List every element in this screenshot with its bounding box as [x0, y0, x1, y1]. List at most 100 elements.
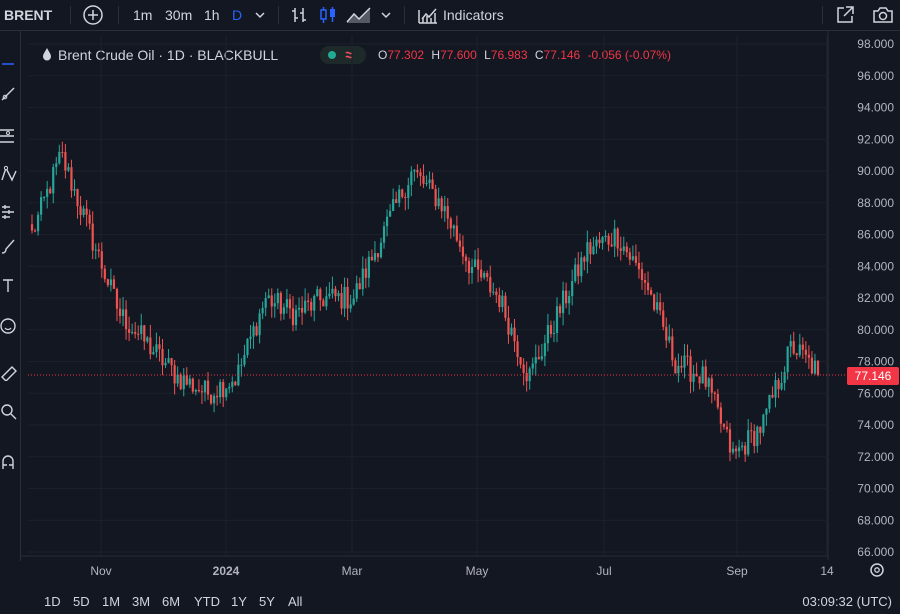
- candle-body: [85, 208, 88, 215]
- candle-body: [410, 171, 413, 186]
- candle-body: [82, 208, 85, 216]
- candle-body: [568, 296, 571, 304]
- price-chart[interactable]: 98.000 96.000 94.000 92.000 90.000 88.000 86.0…: [0, 0, 900, 590]
- candle-body: [753, 431, 756, 447]
- candle-body: [182, 375, 185, 390]
- settings-gear-icon[interactable]: [870, 563, 884, 577]
- candle-body: [628, 252, 631, 260]
- range-all[interactable]: All: [288, 590, 302, 614]
- candle-body: [747, 430, 750, 455]
- candle-body: [319, 289, 322, 301]
- candle-body: [598, 239, 601, 244]
- candle-body: [464, 256, 468, 262]
- utc-clock[interactable]: 03:09:32 (UTC): [802, 590, 892, 614]
- range-1d[interactable]: 1D: [44, 590, 61, 614]
- candle-body: [273, 303, 276, 307]
- price-tick-label: 98.000: [857, 37, 894, 51]
- range-3m[interactable]: 3M: [132, 590, 150, 614]
- candle-body: [470, 266, 474, 274]
- price-tick-label: 70.000: [857, 482, 894, 496]
- candle-body: [586, 242, 589, 262]
- candle-body: [495, 291, 498, 296]
- candle-body: [671, 336, 674, 361]
- range-1y[interactable]: 1Y: [231, 590, 247, 614]
- price-tick-label: 92.000: [857, 132, 894, 146]
- candle-body: [431, 179, 434, 189]
- range-6m[interactable]: 6M: [162, 590, 180, 614]
- candle-body: [525, 372, 528, 382]
- range-ytd[interactable]: YTD: [194, 590, 220, 614]
- candle-body: [173, 365, 176, 384]
- candle-body: [231, 381, 234, 387]
- time-tick-label: Mar: [342, 564, 363, 578]
- range-5d[interactable]: 5D: [73, 590, 90, 614]
- price-tick-label: 68.000: [857, 513, 894, 527]
- candle-body: [744, 445, 747, 455]
- candle-body: [741, 445, 744, 448]
- candle-body: [225, 388, 228, 398]
- time-tick-label: Sep: [726, 564, 748, 578]
- candle-body: [477, 259, 480, 270]
- candle-body: [807, 354, 810, 358]
- candle-body: [49, 188, 52, 194]
- range-1m[interactable]: 1M: [102, 590, 120, 614]
- price-tick-label: 88.000: [857, 196, 894, 210]
- candle-body: [662, 310, 665, 327]
- price-tick-label: 84.000: [857, 259, 894, 273]
- candle-body: [121, 309, 125, 317]
- candle-body: [689, 356, 692, 382]
- candle-body: [152, 352, 155, 355]
- candle-body: [219, 382, 222, 398]
- candle-body: [589, 242, 592, 255]
- candle-body: [261, 307, 264, 314]
- candle-body: [637, 262, 641, 270]
- candle-body: [103, 268, 106, 280]
- candle-body: [325, 296, 328, 307]
- candle-body: [109, 279, 113, 286]
- candle-body: [434, 188, 437, 207]
- candle-body: [352, 298, 355, 305]
- candle-body: [649, 290, 653, 295]
- candle-body: [519, 357, 522, 365]
- bottom-toolbar: 1D 5D 1M 3M 6M YTD 1Y 5Y All 03:09:32 (U…: [0, 590, 900, 614]
- candle-body: [67, 167, 70, 171]
- candle-body: [713, 392, 716, 394]
- candle-body: [759, 426, 762, 433]
- candle-body: [100, 251, 103, 269]
- candle-body: [304, 300, 307, 313]
- time-tick-label: Nov: [90, 564, 111, 578]
- price-tick-label: 94.000: [857, 101, 894, 115]
- time-tick-label: May: [466, 564, 489, 578]
- time-tick-label: Jul: [596, 564, 611, 578]
- price-tick-label: 96.000: [857, 69, 894, 83]
- candle-body: [498, 295, 501, 308]
- candle-body: [634, 256, 638, 263]
- candle-body: [43, 196, 46, 198]
- candle-body: [574, 264, 577, 282]
- candle-body: [765, 408, 768, 415]
- candle-body: [537, 357, 540, 360]
- candle-body: [659, 302, 662, 311]
- candle-body: [112, 279, 116, 289]
- candle-body: [595, 239, 598, 247]
- candle-body: [698, 376, 701, 384]
- candle-body: [131, 332, 134, 334]
- candle-body: [604, 235, 607, 238]
- candle-body: [228, 386, 231, 389]
- candle-body: [252, 326, 255, 337]
- candle-body: [73, 189, 76, 191]
- time-tick-label: 14: [820, 564, 834, 578]
- price-tick-label: 86.000: [857, 228, 894, 242]
- price-tick-label: 82.000: [857, 291, 894, 305]
- candle-body: [382, 226, 386, 243]
- candle-body: [124, 309, 128, 330]
- candle-body: [212, 395, 216, 404]
- candle-body: [607, 235, 610, 245]
- candle-body: [455, 225, 458, 241]
- candle-body: [140, 325, 143, 334]
- candle-body: [643, 280, 647, 283]
- range-5y[interactable]: 5Y: [259, 590, 275, 614]
- candle-body: [206, 380, 210, 395]
- candle-body: [288, 299, 292, 309]
- candle-body: [267, 295, 270, 299]
